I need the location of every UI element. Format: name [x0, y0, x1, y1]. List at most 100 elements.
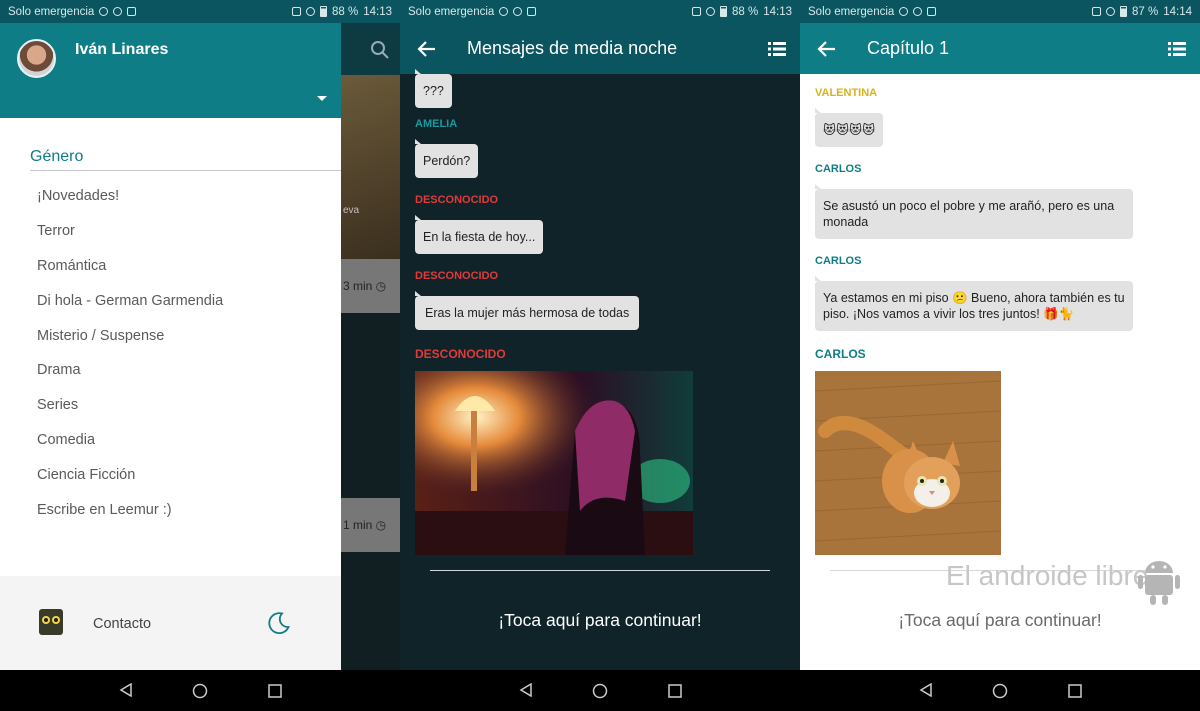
message-bubble: Se asustó un poco el pobre y me arañó, p…	[815, 184, 1133, 239]
background-story-image	[341, 552, 400, 670]
message-sender: VALENTINA	[815, 87, 878, 99]
navigation-drawer: Iván Linares Género ¡Novedades! Terror R…	[0, 23, 341, 670]
screens: Solo emergencia 88 % 14:13 eva 3 min ◷ 1…	[0, 0, 1200, 670]
nav-recents-icon[interactable]	[267, 683, 283, 699]
app-bar: Capítulo 1	[800, 23, 1200, 74]
nav-back-icon[interactable]	[519, 683, 533, 697]
bar-scene-image	[415, 371, 693, 555]
notification-icon	[899, 7, 909, 16]
battery-icon	[1120, 6, 1127, 17]
status-bar: Solo emergencia 88 % 14:13	[0, 0, 400, 23]
background-story-text: eva	[343, 205, 360, 216]
search-icon[interactable]	[370, 40, 390, 60]
message-sender: CARLOS	[815, 163, 862, 175]
menu-item-terror[interactable]: Terror	[37, 220, 223, 255]
menu-item-drama[interactable]: Drama	[37, 359, 223, 394]
system-navigation-bar	[0, 670, 1200, 711]
message-sender: DESCONOCIDO	[415, 347, 506, 361]
screen-chat-chapter: Solo emergencia 87 % 14:14 Capítulo 1 VA…	[800, 0, 1200, 670]
menu-item-di-hola[interactable]: Di hola - German Garmendia	[37, 290, 223, 325]
battery-level: 88 %	[332, 5, 359, 18]
message-sender: DESCONOCIDO	[415, 194, 499, 206]
story-title: Mensajes de media noche	[467, 38, 678, 58]
nav-home-icon[interactable]	[592, 683, 608, 699]
menu-item-novedades[interactable]: ¡Novedades!	[37, 185, 223, 220]
telegram-icon	[513, 7, 523, 16]
back-arrow-icon[interactable]	[417, 39, 437, 59]
nav-home-icon[interactable]	[992, 683, 1008, 699]
genre-section-title: Género	[30, 148, 84, 165]
status-bar: Solo emergencia 88 % 14:13	[400, 0, 800, 23]
menu-item-ciencia-ficcion[interactable]: Ciencia Ficción	[37, 464, 223, 499]
background-appbar	[341, 23, 400, 75]
clock: 14:14	[1163, 5, 1192, 18]
message-bubble: 😻😻😻😻	[815, 108, 884, 147]
owl-logo-icon[interactable]	[39, 609, 63, 635]
section-divider	[430, 570, 770, 571]
night-mode-moon-icon[interactable]	[267, 611, 291, 635]
background-story-meta: 3 min ◷	[341, 259, 400, 313]
android-watermark-icon	[1138, 561, 1180, 605]
drawer-footer: Contacto	[0, 576, 341, 670]
message-bubble: Eras la mujer más hermosa de todas	[415, 291, 640, 330]
nav-recents-icon[interactable]	[1067, 683, 1083, 699]
carrier-label: Solo emergencia	[408, 5, 495, 18]
message-sender: CARLOS	[815, 347, 866, 361]
clock: 14:13	[363, 5, 392, 18]
clock: 14:13	[763, 5, 792, 18]
watermark-text: El androide libre	[946, 560, 1149, 591]
cat-photo-image	[815, 371, 1001, 555]
wifi-icon	[306, 7, 315, 16]
chapter-list-icon[interactable]	[768, 42, 786, 56]
menu-item-series[interactable]: Series	[37, 394, 223, 429]
message-bubble: ???	[415, 69, 452, 108]
background-story-meta: 1 min ◷	[341, 498, 400, 552]
user-name: Iván Linares	[75, 41, 169, 58]
message-bubble: En la fiesta de hoy...	[415, 215, 544, 254]
carrier-label: Solo emergencia	[8, 5, 95, 18]
message-sender: CARLOS	[815, 255, 862, 267]
story-read-time: 3 min	[343, 279, 373, 293]
contact-link[interactable]: Contacto	[93, 616, 151, 632]
background-story-image: eva	[341, 75, 400, 259]
chapter-list-icon[interactable]	[1168, 42, 1186, 56]
wifi-icon	[706, 7, 715, 16]
telegram-icon	[913, 7, 923, 16]
screen-drawer: Solo emergencia 88 % 14:13 eva 3 min ◷ 1…	[0, 0, 400, 670]
telegram-icon	[113, 7, 123, 16]
status-bar: Solo emergencia 87 % 14:14	[800, 0, 1200, 23]
menu-item-misterio[interactable]: Misterio / Suspense	[37, 325, 223, 360]
avatar[interactable]	[17, 39, 56, 78]
continue-button[interactable]: ¡Toca aquí para continuar!	[400, 610, 800, 631]
nfc-icon	[1092, 7, 1101, 16]
drawer-header: Iván Linares	[0, 23, 341, 118]
nav-back-icon[interactable]	[119, 683, 133, 697]
message-sender: AMELIA	[415, 118, 458, 130]
menu-item-escribe[interactable]: Escribe en Leemur :)	[37, 499, 223, 534]
battery-level: 87 %	[1132, 5, 1159, 18]
continue-button[interactable]: ¡Toca aquí para continuar!	[800, 610, 1200, 631]
message-sender: DESCONOCIDO	[415, 270, 499, 282]
wifi-icon	[1106, 7, 1115, 16]
menu-item-comedia[interactable]: Comedia	[37, 429, 223, 464]
instagram-icon	[527, 7, 537, 16]
nav-recents-icon[interactable]	[667, 683, 683, 699]
notification-icon	[499, 7, 509, 16]
carrier-label: Solo emergencia	[808, 5, 895, 18]
menu-item-romantica[interactable]: Romántica	[37, 255, 223, 290]
screen-chat-midnight: Solo emergencia 88 % 14:13 Mensajes de m…	[400, 0, 800, 670]
nav-back-icon[interactable]	[919, 683, 933, 697]
account-dropdown-icon[interactable]	[317, 96, 327, 101]
message-image-woman-bar[interactable]	[415, 371, 693, 555]
background-story-image	[341, 313, 400, 498]
message-image-cat[interactable]	[815, 371, 1001, 555]
back-arrow-icon[interactable]	[817, 39, 837, 59]
story-read-time: 1 min	[343, 518, 373, 532]
battery-level: 88 %	[732, 5, 759, 18]
battery-icon	[720, 6, 727, 17]
battery-icon	[320, 6, 327, 17]
instagram-icon	[927, 7, 937, 16]
instagram-icon	[127, 7, 137, 16]
app-bar: Mensajes de media noche	[400, 23, 800, 74]
nav-home-icon[interactable]	[192, 683, 208, 699]
